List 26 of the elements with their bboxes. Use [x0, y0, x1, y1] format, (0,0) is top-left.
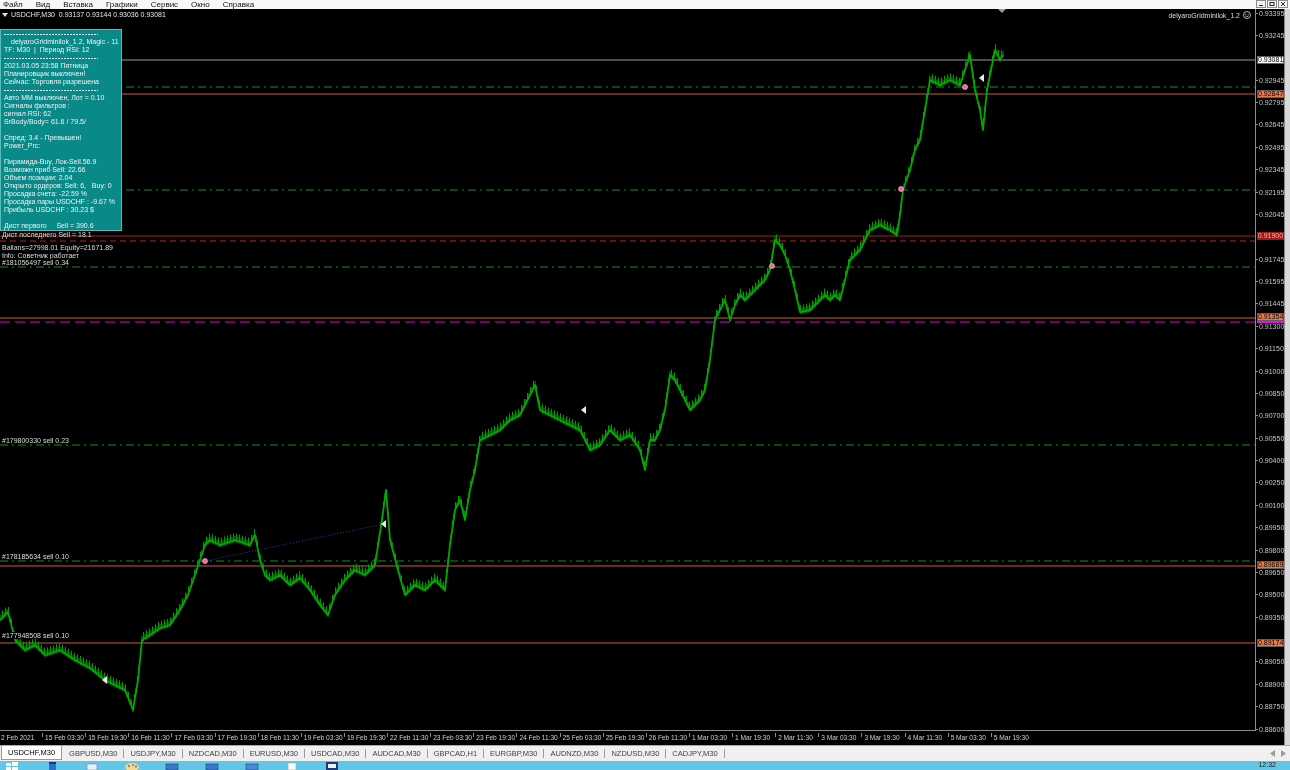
left-arrow-icon[interactable]: [1270, 750, 1275, 757]
menu-item[interactable]: Сервис: [150, 0, 179, 9]
right-arrow-icon[interactable]: [1281, 750, 1286, 757]
close-icon[interactable]: [1278, 0, 1288, 8]
restore-icon[interactable]: [1267, 0, 1277, 8]
menu-item[interactable]: Вид: [35, 0, 51, 9]
menu-item[interactable]: Файл: [3, 0, 23, 9]
arrow-marker-icon: [102, 676, 107, 684]
circle-marker-icon: [962, 84, 968, 90]
start-icon[interactable]: [4, 761, 20, 770]
circle-marker-icon: [769, 263, 775, 269]
arrow-marker-icon: [381, 520, 386, 528]
palette-icon[interactable]: [124, 761, 140, 770]
arrow-marker-icon: [581, 406, 586, 414]
window-icon[interactable]: [324, 761, 340, 770]
menu-item[interactable]: Графики: [105, 0, 138, 9]
minimize-icon[interactable]: [1256, 0, 1266, 8]
menu-item[interactable]: Вставка: [63, 0, 93, 9]
triangle-down-icon[interactable]: [2, 13, 8, 17]
smiley-icon: [1243, 11, 1251, 19]
menu-item[interactable]: Справка: [222, 0, 255, 9]
circle-marker-icon: [202, 558, 208, 564]
arrow-marker-icon: [979, 74, 984, 82]
menu-item[interactable]: Окно: [191, 0, 210, 9]
triangle-marker-icon: [998, 9, 1006, 13]
circle-marker-icon: [898, 186, 904, 192]
